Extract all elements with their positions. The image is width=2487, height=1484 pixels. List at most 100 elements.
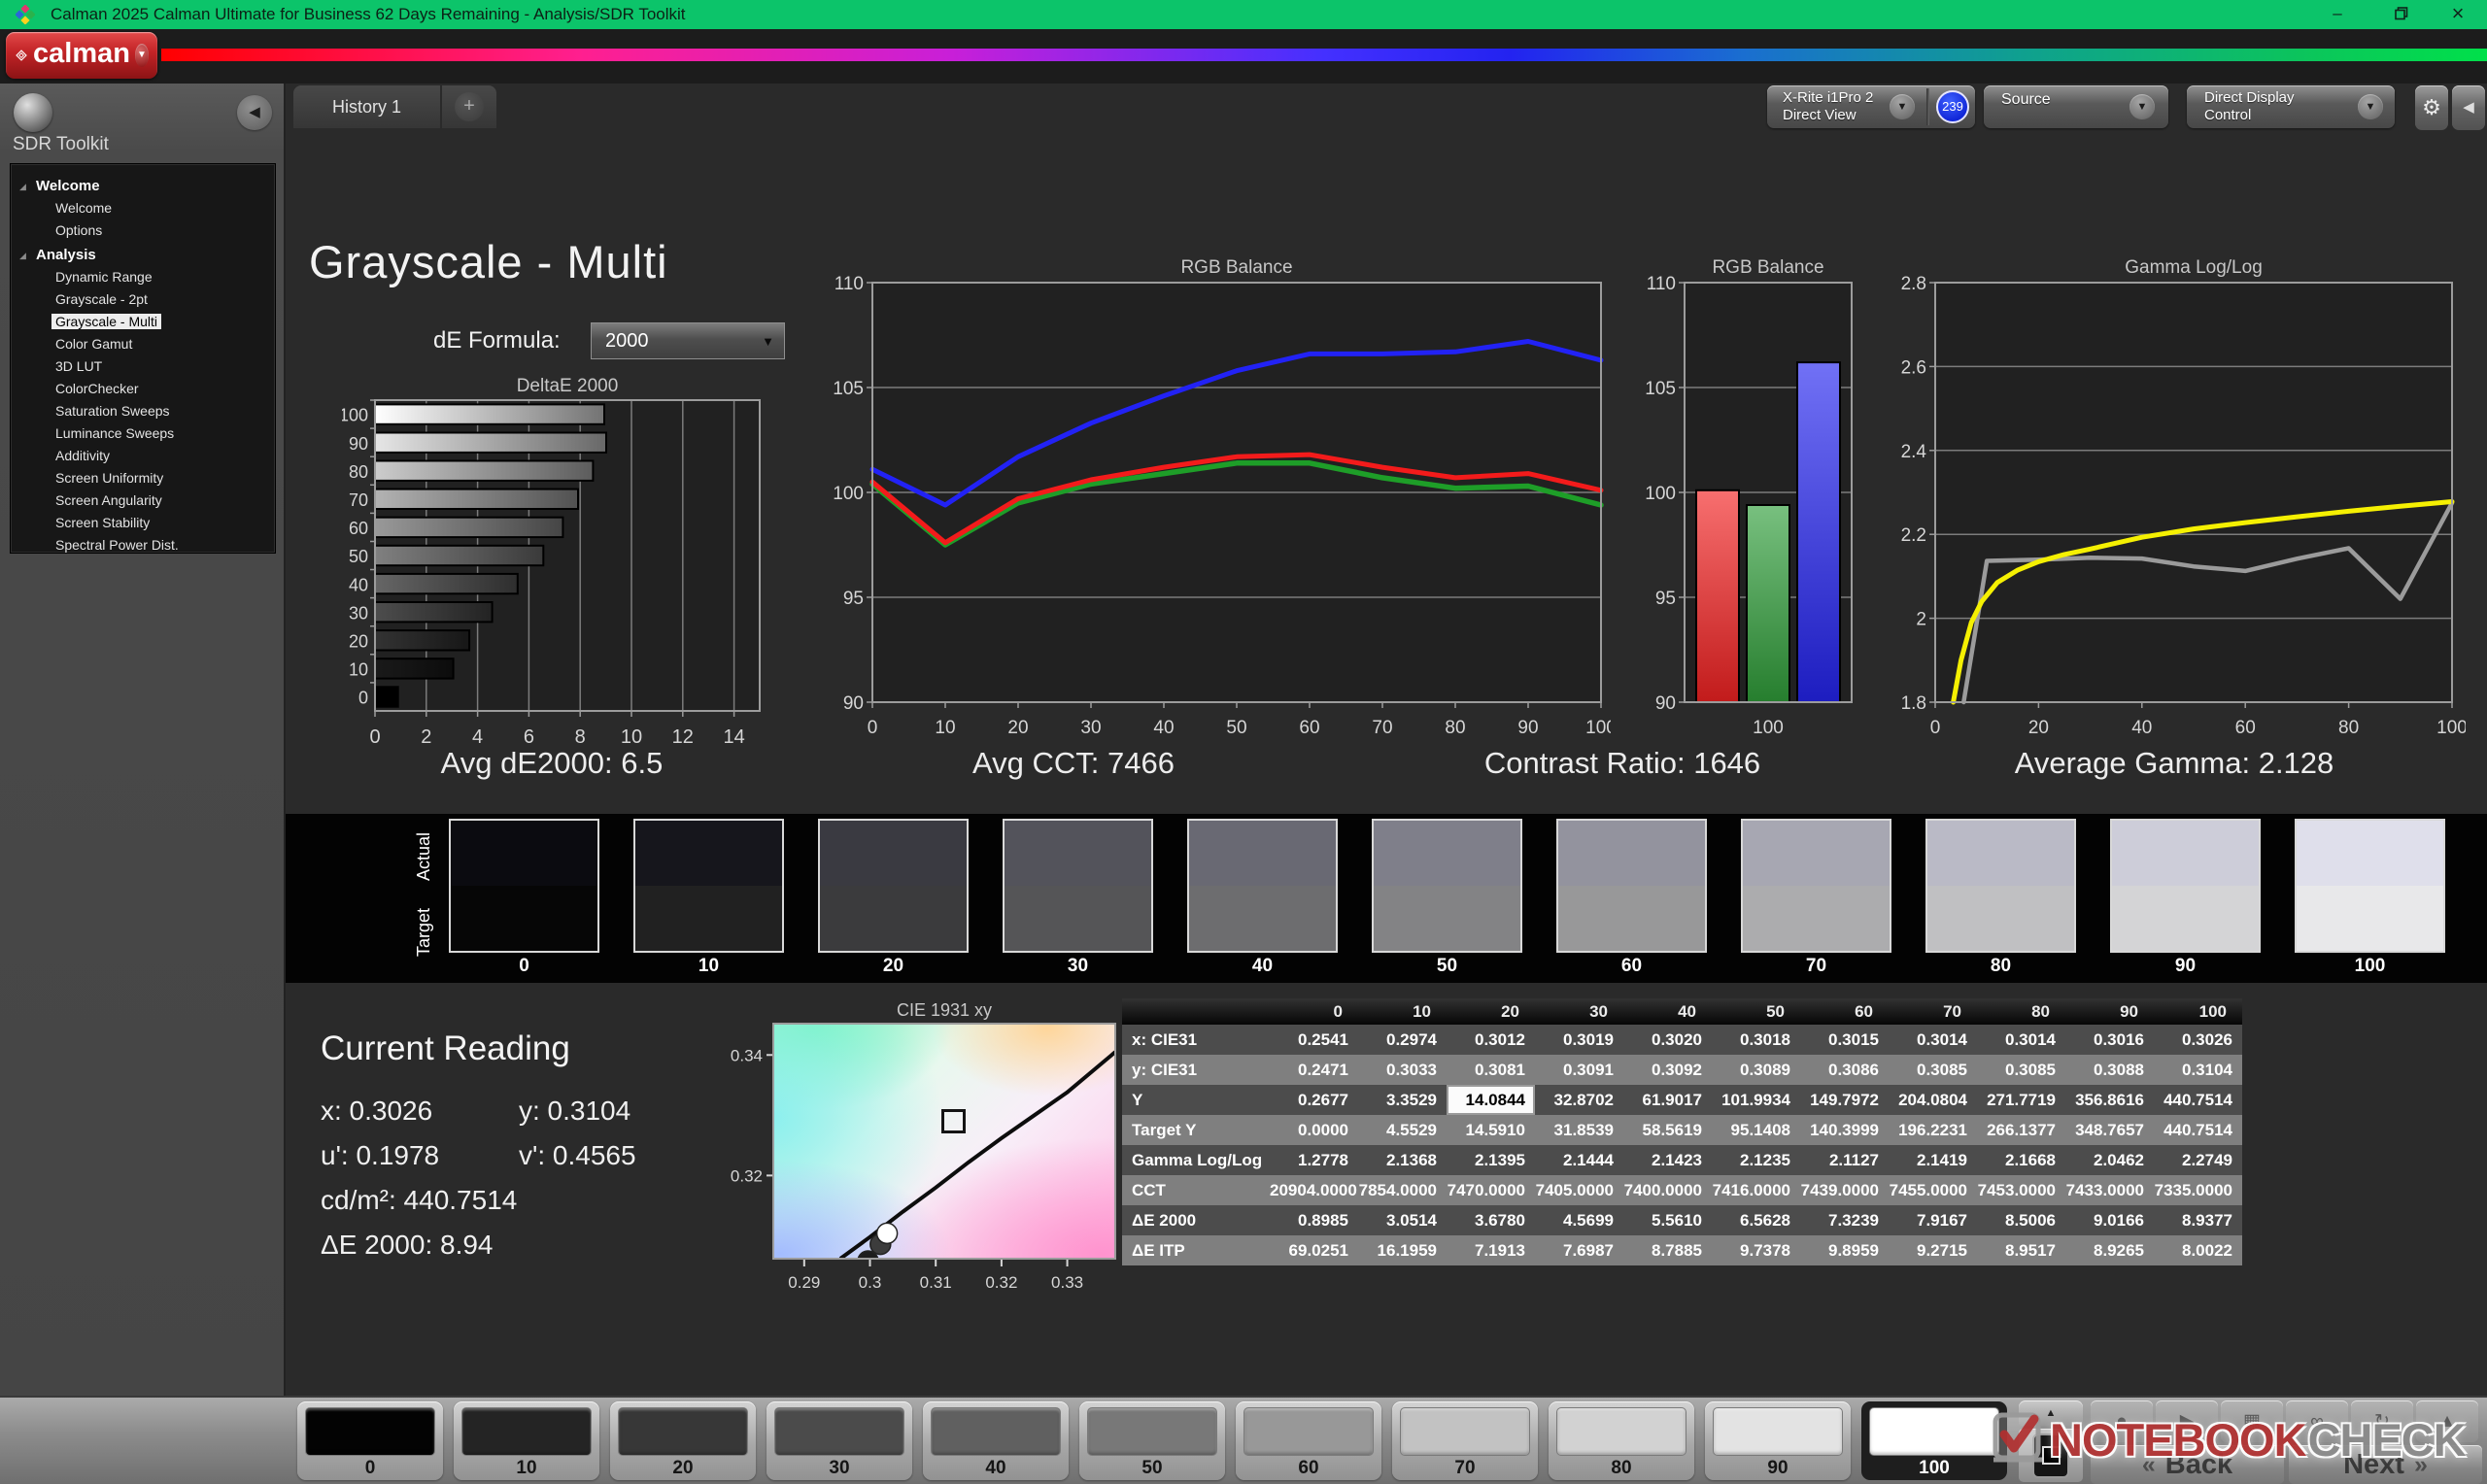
table-cell[interactable]: 0.2471	[1270, 1055, 1358, 1085]
panel-collapse-button[interactable]: ◀	[2452, 85, 2485, 130]
settings-button[interactable]: ⚙	[2415, 85, 2448, 130]
table-cell[interactable]: 3.6780	[1447, 1205, 1535, 1235]
table-cell[interactable]: 2.1423	[1623, 1145, 1712, 1175]
patch-button-20[interactable]: 20	[610, 1401, 756, 1480]
table-cell[interactable]: 6.5628	[1712, 1205, 1800, 1235]
minimize-button[interactable]: –	[2316, 0, 2359, 29]
table-cell[interactable]: 5.5610	[1623, 1205, 1712, 1235]
table-cell[interactable]: 9.8959	[1800, 1235, 1889, 1265]
patch-button-90[interactable]: 90	[1705, 1401, 1851, 1480]
patch-button-10[interactable]: 10	[454, 1401, 599, 1480]
spin-up-button[interactable]: ▲	[2019, 1400, 2083, 1426]
table-cell[interactable]: 0.0000	[1270, 1115, 1358, 1145]
table-cell[interactable]: 8.7885	[1623, 1235, 1712, 1265]
table-cell[interactable]: 0.3088	[2065, 1055, 2154, 1085]
sidebar-item-screen-stability[interactable]: Screen Stability	[11, 512, 275, 534]
close-button[interactable]: ×	[2436, 0, 2479, 29]
table-cell[interactable]: 0.3086	[1800, 1055, 1889, 1085]
table-cell[interactable]: 7854.0000	[1358, 1175, 1447, 1205]
table-cell[interactable]: 32.8702	[1535, 1085, 1623, 1115]
chevron-down-icon[interactable]: ▼	[2129, 94, 2155, 119]
table-cell[interactable]: 149.7972	[1800, 1085, 1889, 1115]
table-cell[interactable]: 7455.0000	[1889, 1175, 1977, 1205]
table-cell[interactable]: 356.8616	[2065, 1085, 2154, 1115]
table-cell[interactable]: 2.1395	[1447, 1145, 1535, 1175]
back-button[interactable]: « Back	[2091, 1445, 2284, 1484]
toolbar-button-loop[interactable]: ∞	[2286, 1400, 2348, 1442]
table-cell[interactable]: 0.3019	[1535, 1025, 1623, 1055]
patch-button-0[interactable]: 0	[297, 1401, 443, 1480]
patch-button-30[interactable]: 30	[767, 1401, 912, 1480]
table-cell[interactable]: 0.3016	[2065, 1025, 2154, 1055]
table-cell[interactable]: 2.1368	[1358, 1145, 1447, 1175]
table-cell[interactable]: 14.5910	[1447, 1115, 1535, 1145]
table-cell[interactable]: 69.0251	[1270, 1235, 1358, 1265]
table-cell[interactable]: 9.0166	[2065, 1205, 2154, 1235]
table-cell[interactable]: 8.9517	[1977, 1235, 2065, 1265]
sidebar-item-grayscale-multi[interactable]: Grayscale - Multi	[11, 311, 275, 333]
next-button[interactable]: Next »	[2289, 1445, 2482, 1484]
table-cell[interactable]: 7.6987	[1535, 1235, 1623, 1265]
sidebar-item-saturation-sweeps[interactable]: Saturation Sweeps	[11, 400, 275, 422]
sidebar-item-screen-angularity[interactable]: Screen Angularity	[11, 489, 275, 512]
tree-group-welcome[interactable]: ◢Welcome	[11, 173, 275, 197]
source-dropdown[interactable]: Source ▼	[1984, 85, 2168, 128]
table-cell[interactable]: 0.3085	[1977, 1055, 2065, 1085]
table-cell[interactable]: 7453.0000	[1977, 1175, 2065, 1205]
table-cell[interactable]: 0.8985	[1270, 1205, 1358, 1235]
table-cell[interactable]: 7335.0000	[2154, 1175, 2242, 1205]
table-cell[interactable]: 9.2715	[1889, 1235, 1977, 1265]
chevron-down-icon[interactable]: ▼	[1890, 94, 1915, 119]
table-cell[interactable]: 58.5619	[1623, 1115, 1712, 1145]
table-cell[interactable]: 0.3012	[1447, 1025, 1535, 1055]
table-cell[interactable]: 0.3091	[1535, 1055, 1623, 1085]
table-cell[interactable]: 2.1668	[1977, 1145, 2065, 1175]
table-cell[interactable]: 2.0462	[2065, 1145, 2154, 1175]
table-cell[interactable]: 7439.0000	[1800, 1175, 1889, 1205]
table-cell[interactable]: 4.5529	[1358, 1115, 1447, 1145]
tree-group-analysis[interactable]: ◢Analysis	[11, 242, 275, 266]
table-cell[interactable]: 101.9934	[1712, 1085, 1800, 1115]
sidebar-item-3d-lut[interactable]: 3D LUT	[11, 355, 275, 378]
restore-button[interactable]	[2380, 0, 2423, 29]
table-cell[interactable]: 3.0514	[1358, 1205, 1447, 1235]
table-cell[interactable]: 9.7378	[1712, 1235, 1800, 1265]
table-cell[interactable]: 7433.0000	[2065, 1175, 2154, 1205]
table-cell[interactable]: 204.0804	[1889, 1085, 1977, 1115]
table-cell[interactable]: 440.7514	[2154, 1115, 2242, 1145]
patch-button-70[interactable]: 70	[1392, 1401, 1538, 1480]
table-cell[interactable]: 61.9017	[1623, 1085, 1712, 1115]
toolbar-button-capture[interactable]: ▲	[2416, 1400, 2478, 1442]
table-cell[interactable]: 0.3092	[1623, 1055, 1712, 1085]
de-formula-select[interactable]: 2000 ▼	[591, 322, 785, 359]
table-cell[interactable]: 0.3015	[1800, 1025, 1889, 1055]
table-cell[interactable]: 0.3014	[1977, 1025, 2065, 1055]
table-cell[interactable]: 2.1444	[1535, 1145, 1623, 1175]
table-cell[interactable]: 2.1127	[1800, 1145, 1889, 1175]
patch-button-60[interactable]: 60	[1236, 1401, 1381, 1480]
table-cell[interactable]: 7400.0000	[1623, 1175, 1712, 1205]
table-cell[interactable]: 8.5006	[1977, 1205, 2065, 1235]
table-cell[interactable]: 8.0022	[2154, 1235, 2242, 1265]
table-cell[interactable]: 0.2677	[1270, 1085, 1358, 1115]
sidebar-item-colorchecker[interactable]: ColorChecker	[11, 378, 275, 400]
sidebar-item-grayscale-2pt[interactable]: Grayscale - 2pt	[11, 288, 275, 311]
table-cell[interactable]: 8.9377	[2154, 1205, 2242, 1235]
table-cell[interactable]: 4.5699	[1535, 1205, 1623, 1235]
calman-dropdown-icon[interactable]: ▼	[135, 44, 149, 67]
sidebar-item-welcome[interactable]: Welcome	[11, 197, 275, 219]
patch-button-100[interactable]: 100	[1861, 1401, 2007, 1480]
table-cell[interactable]: 95.1408	[1712, 1115, 1800, 1145]
table-cell[interactable]: 0.3085	[1889, 1055, 1977, 1085]
table-cell[interactable]: 266.1377	[1977, 1115, 2065, 1145]
toolbar-button-refresh[interactable]: ↻	[2351, 1400, 2413, 1442]
sidebar-item-options[interactable]: Options	[11, 219, 275, 242]
table-cell[interactable]: 7470.0000	[1447, 1175, 1535, 1205]
table-cell[interactable]: 7416.0000	[1712, 1175, 1800, 1205]
table-cell[interactable]: 2.1419	[1889, 1145, 1977, 1175]
table-cell[interactable]: 0.3104	[2154, 1055, 2242, 1085]
calman-menu-button[interactable]: calman ▼	[6, 32, 157, 79]
table-cell[interactable]: 0.2974	[1358, 1025, 1447, 1055]
table-cell[interactable]: 0.3033	[1358, 1055, 1447, 1085]
display-control-dropdown[interactable]: Direct Display Control ▼	[2187, 85, 2395, 128]
